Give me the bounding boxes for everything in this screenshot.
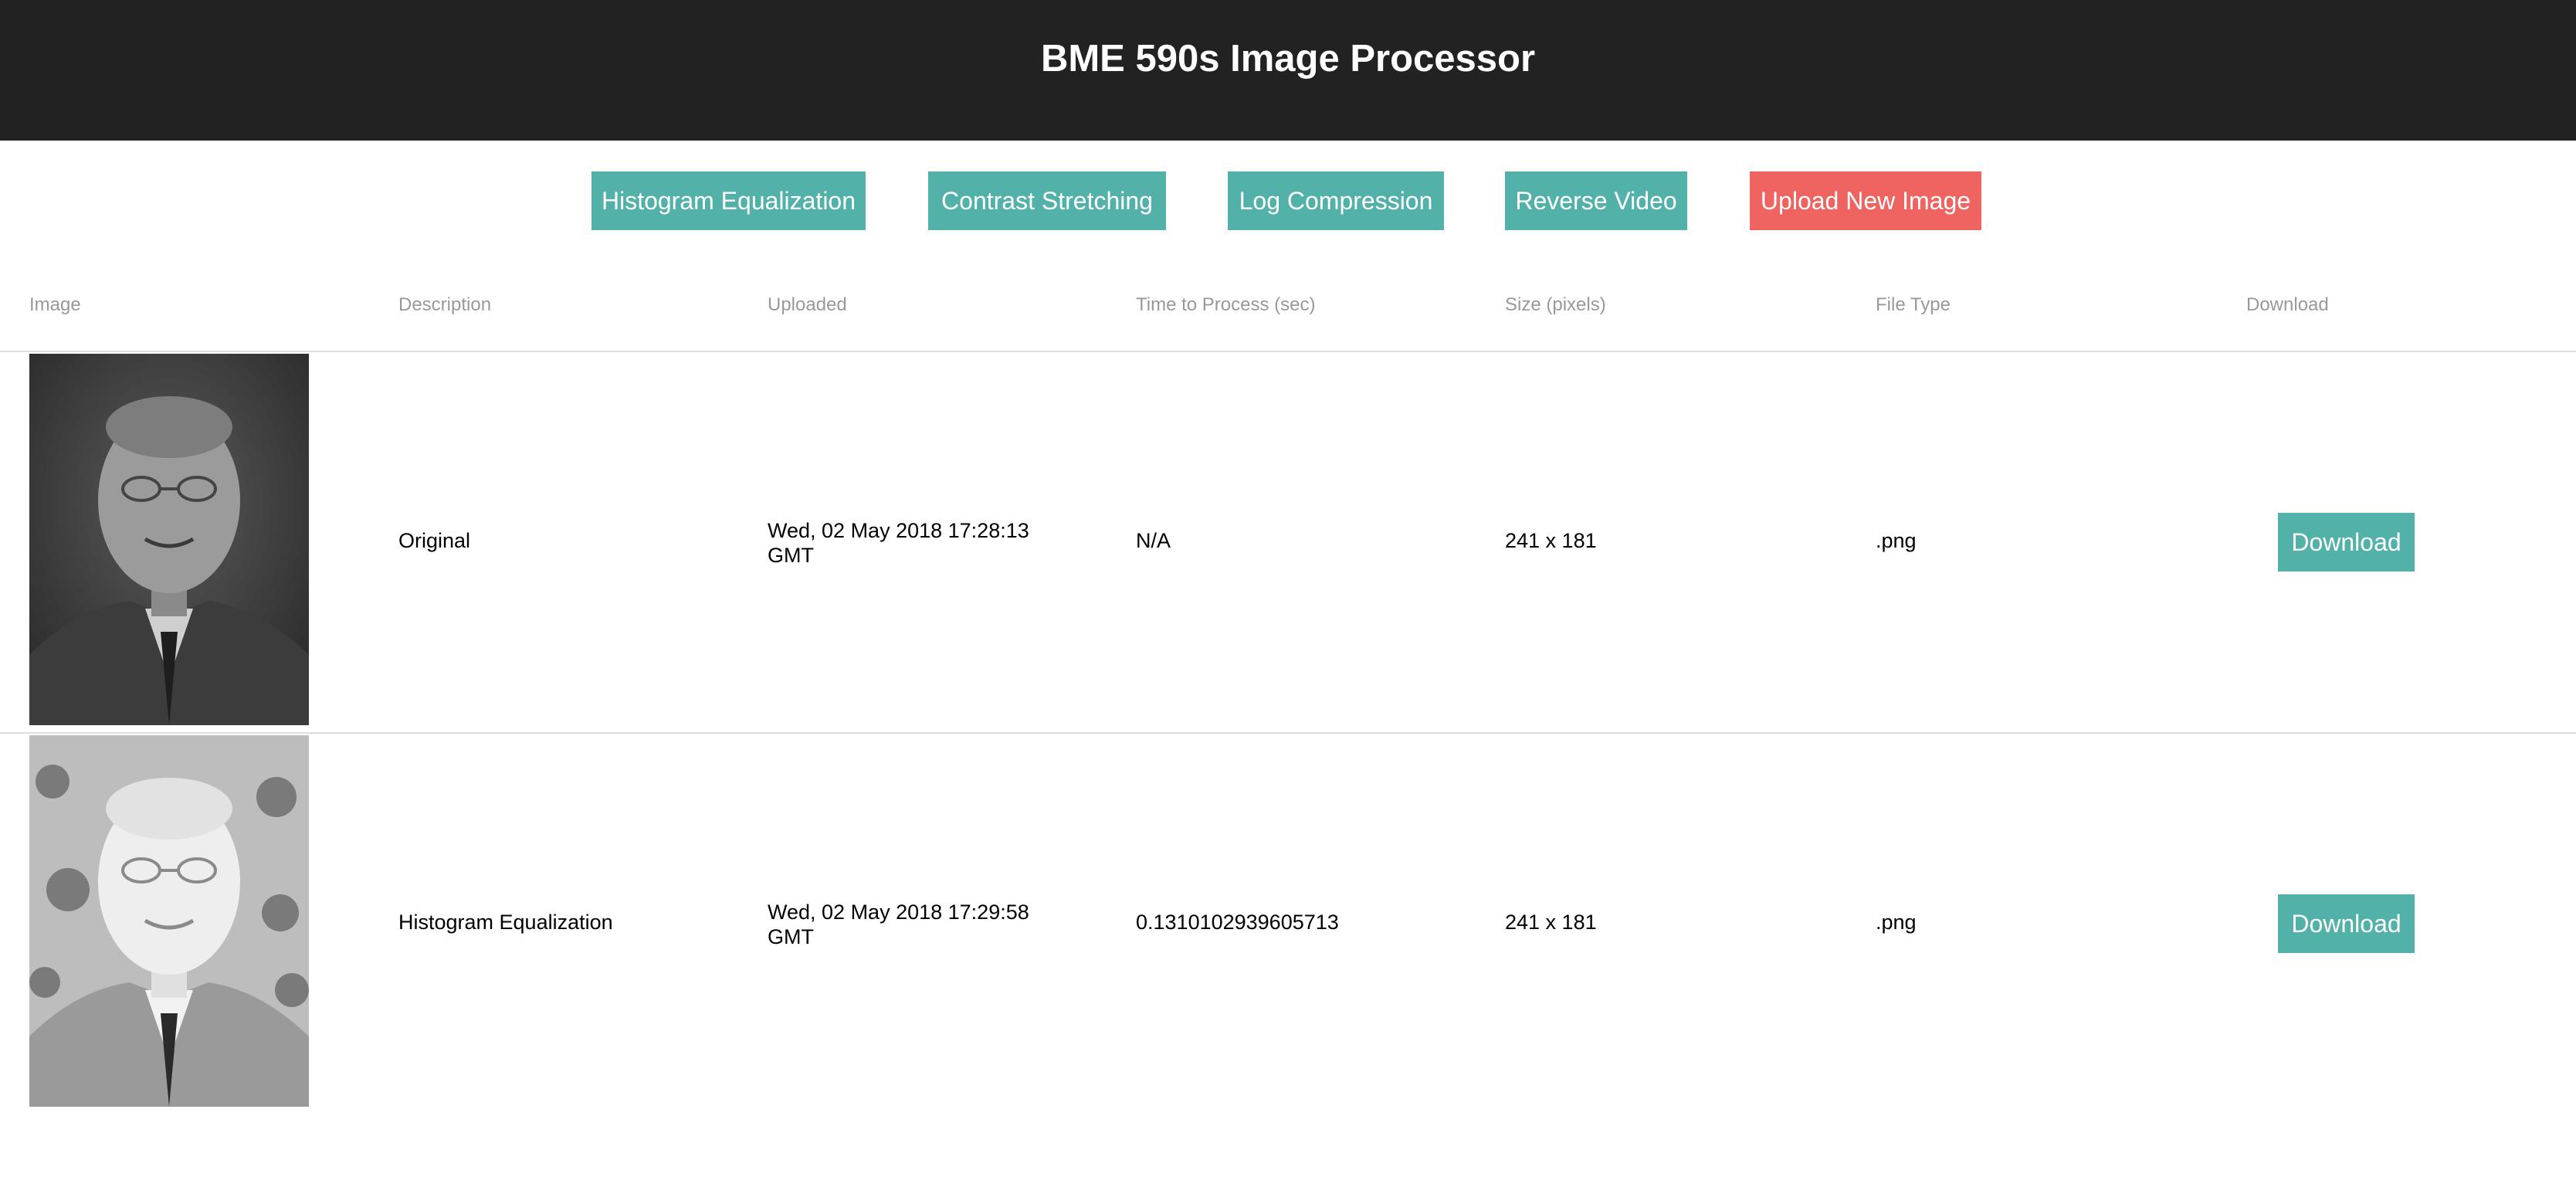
column-header-file-type: File Type (1876, 294, 1951, 315)
column-header-uploaded: Uploaded (768, 294, 847, 315)
portrait-photo-light (29, 735, 309, 1107)
download-button[interactable]: Download (2278, 513, 2415, 572)
column-header-description: Description (398, 294, 492, 315)
portrait-photo-dark (29, 354, 309, 725)
row-size: 241 x 181 (1505, 529, 1597, 552)
download-button[interactable]: Download (2278, 894, 2415, 953)
column-header-size: Size (pixels) (1505, 294, 1606, 315)
upload-new-image-button[interactable]: Upload New Image (1750, 171, 1981, 230)
log-compression-button[interactable]: Log Compression (1228, 171, 1444, 230)
row-file-type: .png (1876, 911, 1917, 934)
row-divider (0, 732, 2576, 734)
original-image-thumbnail (29, 354, 309, 725)
app-header: BME 590s Image Processor (0, 0, 2576, 141)
row-file-type: .png (1876, 529, 1917, 552)
column-header-download: Download (2246, 294, 2329, 315)
histogram-equalized-image-thumbnail (29, 735, 309, 1107)
page-title: BME 590s Image Processor (1040, 38, 1536, 80)
column-header-time-to-process: Time to Process (sec) (1136, 294, 1316, 315)
contrast-stretching-button[interactable]: Contrast Stretching (928, 171, 1166, 230)
row-description: Histogram Equalization (398, 911, 613, 934)
row-size: 241 x 181 (1505, 911, 1597, 934)
row-time-to-process: N/A (1136, 529, 1171, 552)
row-uploaded: Wed, 02 May 2018 17:29:58 GMT (768, 901, 1029, 949)
row-time-to-process: 0.1310102939605713 (1136, 911, 1339, 934)
reverse-video-button[interactable]: Reverse Video (1505, 171, 1687, 230)
row-uploaded: Wed, 02 May 2018 17:28:13 GMT (768, 519, 1029, 568)
row-description: Original (398, 529, 471, 552)
histogram-equalization-button[interactable]: Histogram Equalization (591, 171, 866, 230)
table-header-divider (0, 351, 2576, 352)
column-header-image: Image (29, 294, 81, 315)
